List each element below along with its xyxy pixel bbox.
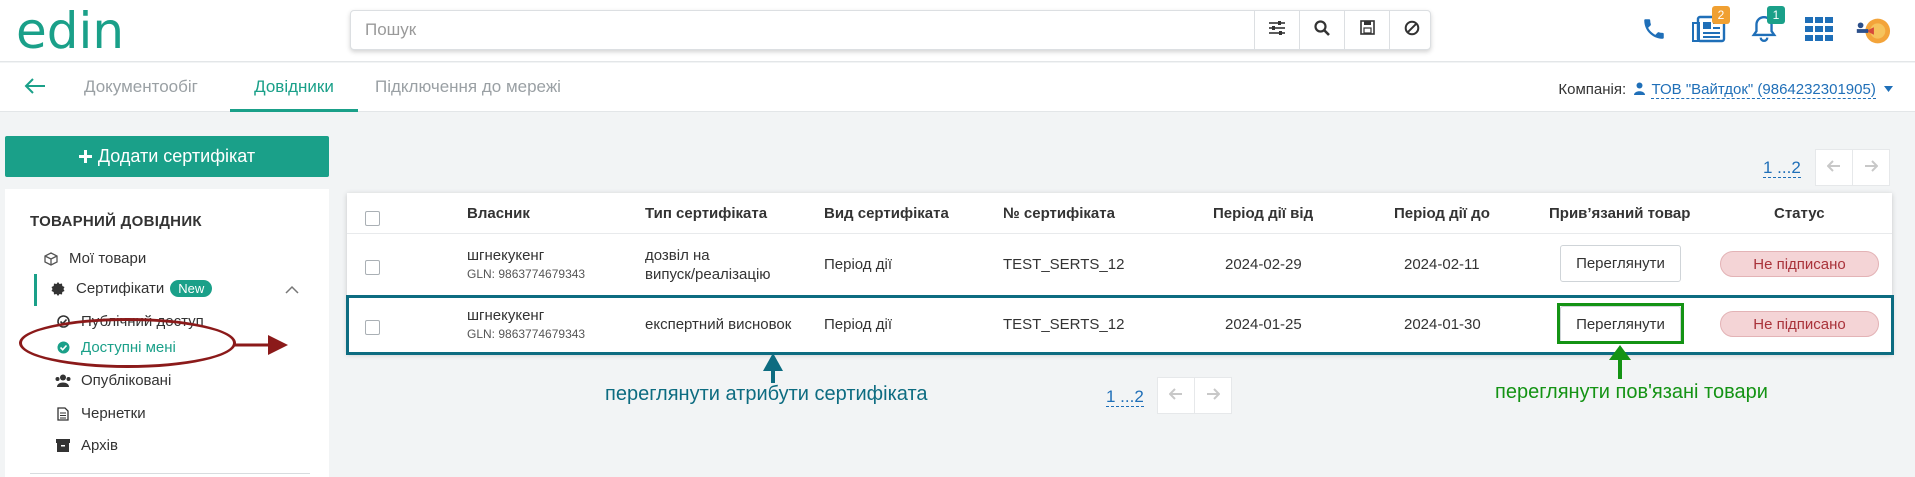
filter-icon — [1269, 20, 1285, 40]
arrow-left-icon — [1168, 387, 1183, 405]
search-input[interactable] — [351, 11, 1251, 49]
users-icon — [55, 374, 71, 387]
arrow-left-icon — [1826, 159, 1841, 177]
back-button[interactable] — [24, 77, 46, 100]
cert-number: TEST_SERTS_12 — [1003, 256, 1125, 273]
notifications-badge: 1 — [1767, 6, 1785, 24]
column-header-owner[interactable]: Власник — [467, 205, 530, 222]
apps-button[interactable] — [1800, 12, 1838, 50]
archive-icon — [55, 439, 71, 452]
sidebar-divider — [30, 473, 310, 474]
valid-from: 2024-02-29 — [1225, 256, 1302, 273]
column-header-cert-type[interactable]: Тип сертифіката — [645, 205, 767, 222]
cert-kind: Період дії — [824, 256, 892, 273]
sidebar-heading: ТОВАРНИЙ ДОВІДНИК — [30, 213, 202, 230]
arrow-up-annotation-icon — [763, 353, 783, 383]
clear-icon — [1404, 20, 1420, 41]
certificate-icon — [50, 281, 66, 296]
prev-page-button-bottom[interactable] — [1157, 377, 1195, 414]
sidebar-item-label: Архів — [81, 437, 118, 454]
sidebar-item-label: Чернетки — [81, 405, 146, 422]
search-icon — [1314, 19, 1330, 41]
document-icon — [55, 406, 71, 421]
company-label: Компанія: — [1558, 81, 1627, 98]
plus-icon — [78, 150, 92, 163]
logo-text: edin — [16, 2, 124, 56]
tab-directories[interactable]: Довідники — [230, 63, 358, 112]
save-search-button[interactable] — [1344, 11, 1389, 49]
apps-grid-icon — [1805, 16, 1833, 46]
company-value: ТОВ "Вайтдок" (9864232301905) — [1651, 81, 1876, 99]
sidebar-item-label: Опубліковані — [81, 372, 172, 389]
clear-search-button[interactable] — [1389, 11, 1434, 49]
save-icon — [1359, 20, 1375, 40]
column-header-cert-number[interactable]: № сертифіката — [1003, 205, 1115, 222]
highlight-button-frame — [1557, 303, 1684, 344]
cert-type-line2: випуск/реалізацію — [645, 266, 771, 283]
search-button[interactable] — [1299, 11, 1344, 49]
arrow-right-icon — [1864, 159, 1879, 177]
highlight-sidebar-ellipse — [19, 318, 236, 368]
avatar[interactable] — [1853, 12, 1891, 50]
sidebar-item-my-products[interactable]: Мої товари — [43, 250, 146, 267]
box-icon — [43, 251, 59, 266]
column-header-status[interactable]: Статус — [1774, 205, 1825, 222]
filter-button[interactable] — [1254, 11, 1299, 49]
sidebar-item-label: Мої товари — [69, 250, 147, 267]
owner-name: шгнекукенг — [467, 247, 545, 264]
company-selector[interactable]: Компанія: ТОВ "Вайтдок" (9864232301905) — [1558, 79, 1893, 99]
column-header-cert-kind[interactable]: Вид сертифіката — [824, 205, 949, 222]
annotation-view-products: переглянути пов'язані товари — [1495, 381, 1768, 403]
search-bar — [350, 10, 1431, 50]
documents-button[interactable]: 2 — [1690, 6, 1730, 50]
sidebar-item-published[interactable]: Опубліковані — [55, 372, 171, 389]
annotation-view-attributes: переглянути атрибути сертифіката — [605, 383, 928, 405]
sidebar-item-drafts[interactable]: Чернетки — [55, 405, 146, 422]
notifications-button[interactable]: 1 — [1745, 6, 1785, 50]
phone-button[interactable] — [1635, 12, 1673, 50]
owner-gln: GLN: 9863774679343 — [467, 267, 586, 281]
user-icon — [1634, 82, 1646, 99]
status-badge: Не підписано — [1720, 251, 1879, 277]
documents-badge: 2 — [1712, 6, 1730, 24]
chevron-up-icon[interactable] — [285, 281, 299, 299]
select-all-checkbox[interactable] — [365, 211, 380, 226]
header-divider — [347, 233, 1892, 234]
active-indicator — [34, 274, 37, 306]
column-header-valid-from[interactable]: Період дії від — [1213, 205, 1313, 222]
prev-page-button[interactable] — [1815, 149, 1853, 186]
tab-network-connection[interactable]: Підключення до мережі — [375, 63, 561, 112]
arrow-right-annotation-icon — [234, 335, 288, 355]
phone-icon — [1641, 16, 1667, 47]
add-certificate-button[interactable]: Додати сертифікат — [5, 136, 329, 177]
sidebar-item-certificates[interactable]: Сертифікати New — [50, 280, 213, 297]
new-badge: New — [170, 280, 213, 297]
sidebar-item-archive[interactable]: Архів — [55, 437, 118, 454]
next-page-button-bottom[interactable] — [1194, 377, 1232, 414]
pagination-pages[interactable]: 1 ...2 — [1763, 158, 1801, 178]
column-header-linked-product[interactable]: Прив’язаний товар — [1549, 205, 1690, 222]
arrow-up-annotation-icon — [1609, 345, 1631, 379]
valid-to: 2024-02-11 — [1404, 256, 1480, 273]
caret-down-icon — [1884, 79, 1893, 96]
navigation-bar: Документообіг Довідники Підключення до м… — [0, 63, 1915, 112]
row-checkbox[interactable] — [365, 260, 380, 275]
arrow-right-icon — [1206, 387, 1221, 405]
cert-type-line1: дозвіл на — [645, 247, 710, 264]
arrow-left-icon — [24, 78, 46, 99]
edin-logo[interactable]: edin — [16, 2, 161, 61]
top-header: edin Пошук 2 1 — [0, 0, 1915, 62]
tab-document-flow[interactable]: Документообіг — [84, 63, 198, 112]
sidebar-item-label: Сертифікати — [76, 280, 165, 297]
add-certificate-label: Додати сертифікат — [97, 146, 256, 166]
column-header-valid-to[interactable]: Період дії до — [1394, 205, 1490, 222]
view-linked-products-button[interactable]: Переглянути — [1560, 245, 1681, 282]
pagination-pages-bottom[interactable]: 1 ...2 — [1106, 387, 1144, 407]
next-page-button[interactable] — [1852, 149, 1890, 186]
